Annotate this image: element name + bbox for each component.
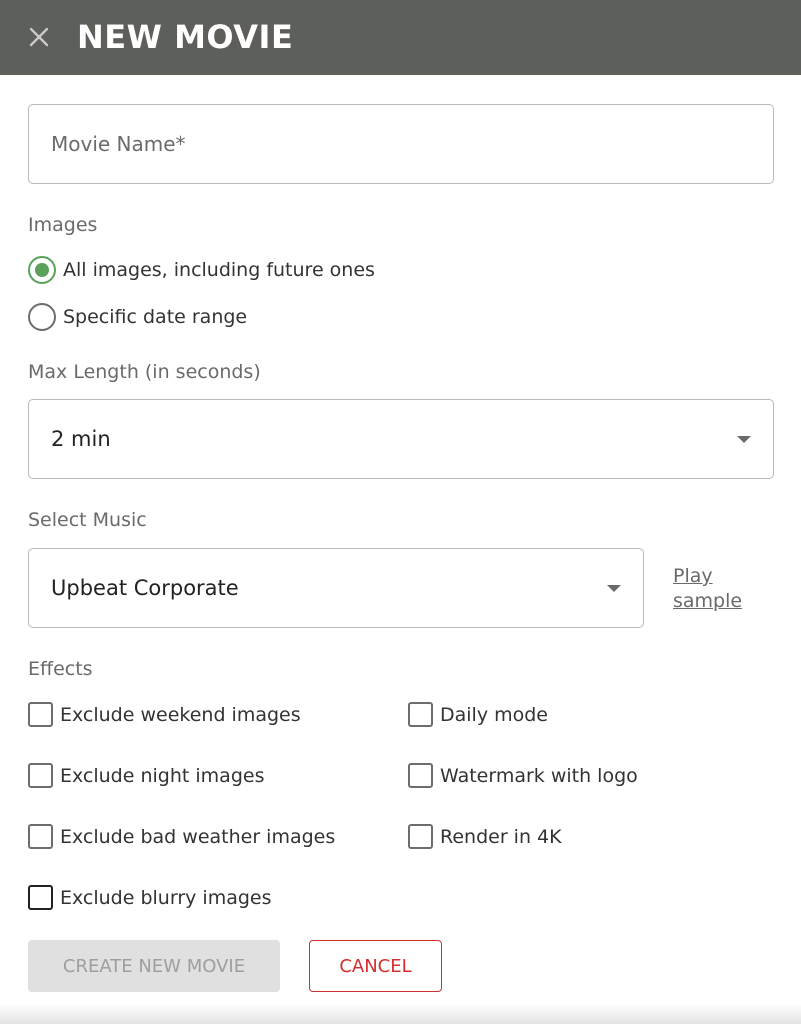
movie-name-field[interactable]: [28, 104, 774, 184]
movie-name-input[interactable]: [29, 105, 773, 183]
checkbox-render-4k[interactable]: Render in 4K: [408, 824, 562, 849]
cancel-button[interactable]: CANCEL: [309, 940, 442, 992]
max-length-select[interactable]: 2 min: [28, 399, 774, 479]
checkbox[interactable]: [28, 824, 53, 849]
radio-button-checked[interactable]: [28, 256, 56, 284]
checkbox-label: Exclude bad weather images: [60, 825, 336, 848]
play-sample-link[interactable]: Play sample: [673, 564, 763, 614]
radio-label: Specific date range: [63, 306, 248, 328]
close-button[interactable]: [24, 22, 54, 52]
music-select[interactable]: Upbeat Corporate: [28, 548, 644, 628]
checkbox-exclude-bad-weather[interactable]: Exclude bad weather images: [28, 824, 335, 849]
checkbox-exclude-night[interactable]: Exclude night images: [28, 763, 264, 788]
checkbox-label: Watermark with logo: [440, 764, 638, 787]
checkbox-exclude-blurry[interactable]: Exclude blurry images: [28, 885, 272, 910]
dialog-title: NEW MOVIE: [77, 18, 294, 56]
radio-label: All images, including future ones: [63, 259, 375, 281]
checkbox-label: Daily mode: [440, 703, 548, 726]
checkbox[interactable]: [408, 763, 433, 788]
checkbox-label: Exclude weekend images: [60, 703, 301, 726]
effects-label: Effects: [28, 658, 93, 680]
checkbox-exclude-weekend[interactable]: Exclude weekend images: [28, 702, 301, 727]
checkbox[interactable]: [28, 702, 53, 727]
checkbox-label: Exclude night images: [60, 764, 265, 787]
dialog-header: NEW MOVIE: [0, 0, 801, 75]
checkbox[interactable]: [408, 702, 433, 727]
checkbox[interactable]: [28, 885, 53, 910]
radio-specific-date-range[interactable]: Specific date range: [28, 303, 247, 331]
max-length-value: 2 min: [51, 427, 111, 451]
caret-down-icon: [737, 436, 751, 443]
create-new-movie-button[interactable]: CREATE NEW MOVIE: [28, 940, 280, 992]
checkbox-label: Render in 4K: [440, 825, 562, 848]
music-value: Upbeat Corporate: [51, 576, 239, 600]
images-label: Images: [28, 214, 98, 236]
close-icon: [29, 27, 49, 47]
checkbox[interactable]: [28, 763, 53, 788]
checkbox-daily-mode[interactable]: Daily mode: [408, 702, 548, 727]
bottom-shadow: [0, 1004, 801, 1024]
checkbox[interactable]: [408, 824, 433, 849]
radio-button[interactable]: [28, 303, 56, 331]
checkbox-watermark-logo[interactable]: Watermark with logo: [408, 763, 638, 788]
select-music-label: Select Music: [28, 509, 147, 531]
max-length-label: Max Length (in seconds): [28, 361, 261, 383]
radio-all-images[interactable]: All images, including future ones: [28, 256, 375, 284]
caret-down-icon: [607, 585, 621, 592]
checkbox-label: Exclude blurry images: [60, 886, 272, 909]
